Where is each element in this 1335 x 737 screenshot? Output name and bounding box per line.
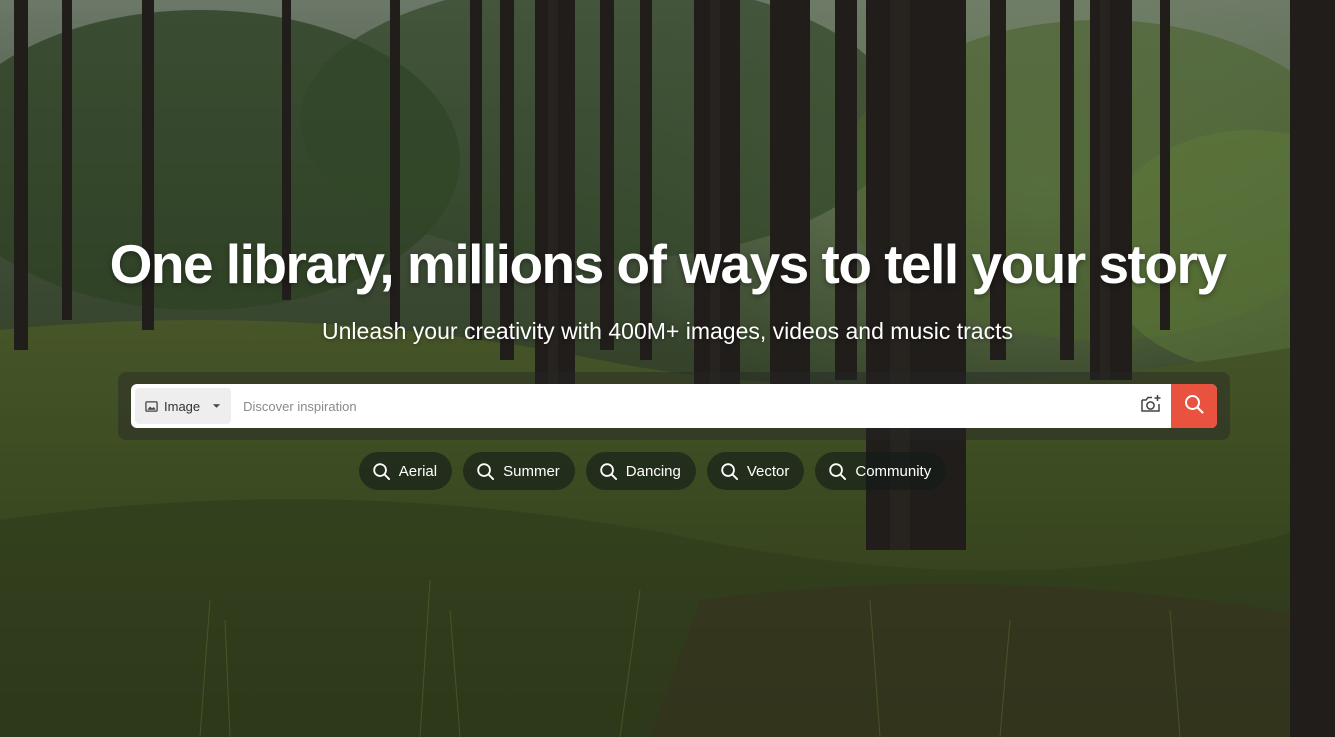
suggestion-label: Summer xyxy=(503,462,560,480)
suggestion-label: Vector xyxy=(746,462,790,480)
suggestion-label: Dancing xyxy=(625,462,681,480)
suggestion-label: Aerial xyxy=(398,462,438,480)
search-bar: Image xyxy=(131,384,1217,428)
image-dim-overlay xyxy=(0,0,1335,737)
suggestion-chip-summer[interactable]: Summer xyxy=(463,452,575,490)
search-input[interactable] xyxy=(231,386,1131,426)
search-submit-button[interactable] xyxy=(1171,384,1217,428)
suggestion-chip-dancing[interactable]: Dancing xyxy=(585,452,696,490)
visual-search-button[interactable] xyxy=(1131,384,1171,428)
search-icon xyxy=(599,462,618,481)
camera-search-icon xyxy=(1140,394,1162,419)
chevron-down-icon xyxy=(212,403,221,409)
hero-subheadline: Unleash your creativity with 400M+ image… xyxy=(322,318,1013,344)
hero-section: One library, millions of ways to tell yo… xyxy=(0,0,1335,737)
suggestion-label: Community xyxy=(855,462,932,480)
search-icon xyxy=(1183,393,1205,420)
image-icon xyxy=(145,400,158,413)
search-icon xyxy=(828,462,847,481)
search-icon xyxy=(372,462,391,481)
suggested-searches: Aerial Summer Dancing Vector Community xyxy=(0,452,1335,490)
search-icon xyxy=(720,462,739,481)
media-type-label: Image xyxy=(164,398,201,414)
suggestion-chip-community[interactable]: Community xyxy=(815,452,947,490)
hero-headline: One library, millions of ways to tell yo… xyxy=(109,233,1227,295)
media-type-dropdown[interactable]: Image xyxy=(135,388,232,424)
suggestion-chip-aerial[interactable]: Aerial xyxy=(358,452,453,490)
search-icon xyxy=(476,462,495,481)
suggestion-chip-vector[interactable]: Vector xyxy=(706,452,805,490)
